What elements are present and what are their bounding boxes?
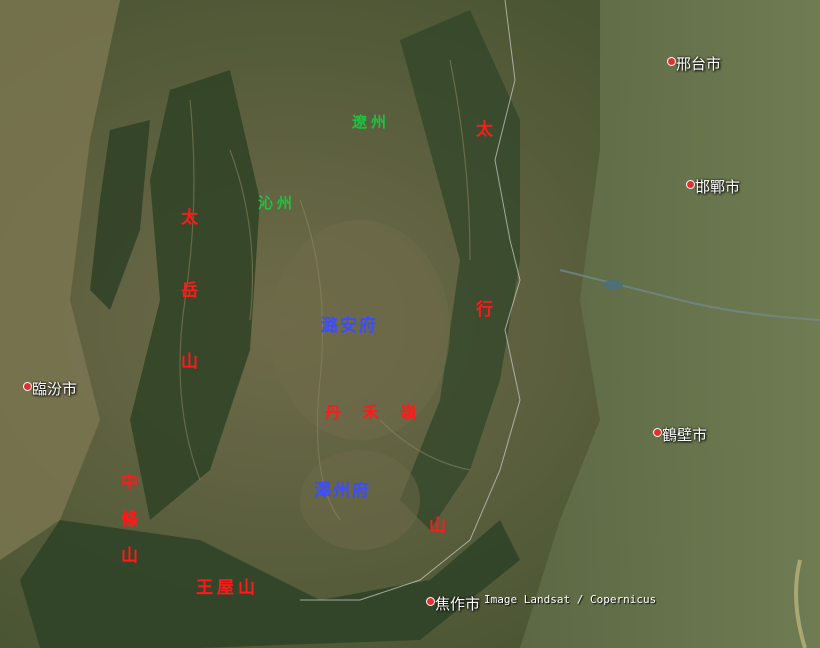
- region-label-liaozhou: 遼州: [352, 113, 391, 131]
- city-pin-icon[interactable]: [667, 57, 676, 66]
- city-label-hebi[interactable]: 鶴壁市: [662, 428, 707, 443]
- mountain-label-taihang-3: 山: [429, 516, 446, 536]
- city-label-linfen[interactable]: 臨汾市: [32, 382, 77, 397]
- city-pin-icon[interactable]: [653, 428, 662, 437]
- city-pin-icon[interactable]: [23, 382, 32, 391]
- mountain-label-taiyue-3: 山: [181, 352, 198, 372]
- mountain-label-taiyue-1: 太: [181, 208, 198, 228]
- prefecture-label-zezhou: 澤州府: [314, 481, 371, 501]
- satellite-map[interactable]: 邢台市 邯鄲市 臨汾市 鶴壁市 焦作市 太 岳 山 太 行 山 中 條 山 王屋…: [0, 0, 820, 648]
- mountain-label-zhongtiao-2: 條: [121, 510, 138, 530]
- city-label-handan[interactable]: 邯鄲市: [695, 180, 740, 195]
- prefecture-label-luan: 潞安府: [321, 316, 378, 336]
- mountain-label-taihang-2: 行: [476, 300, 493, 320]
- image-attribution: Image Landsat / Copernicus: [484, 593, 657, 606]
- mountain-label-danhe: 丹 禾 嶺: [325, 403, 425, 422]
- city-label-jiaozuo[interactable]: 焦作市: [435, 597, 480, 612]
- city-label-xingtai[interactable]: 邢台市: [676, 57, 721, 72]
- mountain-label-taiyue-2: 岳: [181, 281, 198, 301]
- region-label-qinzhou: 沁州: [258, 194, 297, 212]
- mountain-label-taihang-1: 太: [476, 120, 493, 140]
- mountain-label-zhongtiao-3: 山: [121, 546, 138, 566]
- city-pin-icon[interactable]: [426, 597, 435, 606]
- mountain-label-zhongtiao-1: 中: [121, 473, 138, 493]
- mountain-label-wangwu: 王屋山: [196, 578, 259, 598]
- city-pin-icon[interactable]: [686, 180, 695, 189]
